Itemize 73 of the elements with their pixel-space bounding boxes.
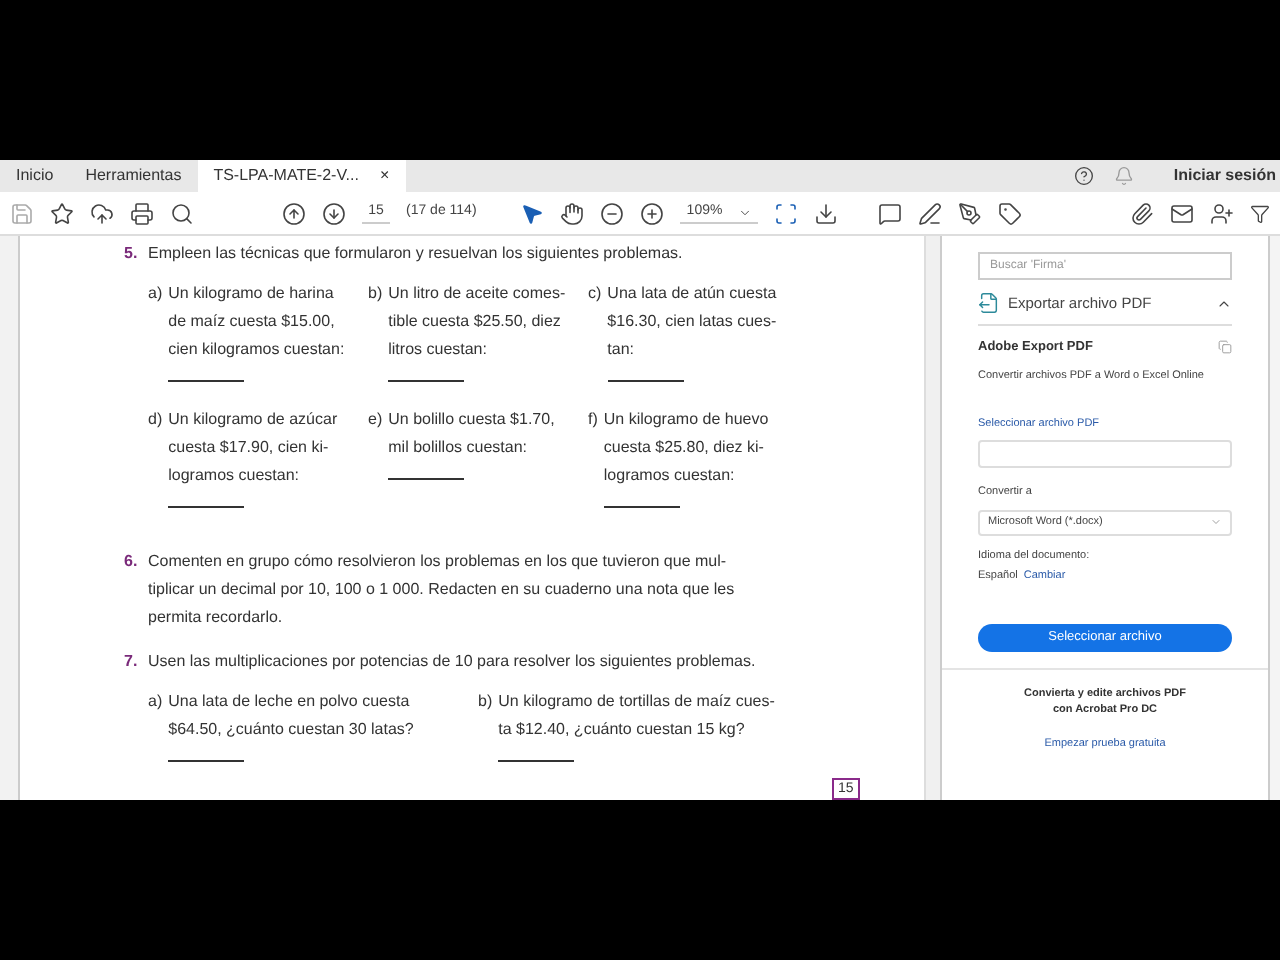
item-letter: b) <box>478 690 493 714</box>
comment-icon[interactable] <box>878 201 903 225</box>
hand-icon[interactable] <box>560 201 585 225</box>
help-icon[interactable] <box>1073 166 1094 186</box>
sign-in-link[interactable]: Iniciar sesión <box>1173 164 1276 188</box>
upload-icon[interactable] <box>90 201 114 225</box>
item-text-line: litros cuestan: <box>388 338 489 362</box>
tag-icon[interactable] <box>998 201 1023 225</box>
fit-page-icon[interactable] <box>774 201 799 225</box>
file-export-icon[interactable] <box>978 292 1000 314</box>
mail-icon[interactable] <box>1170 201 1194 225</box>
item-letter: c) <box>588 282 602 306</box>
answer-line <box>603 506 680 508</box>
item-text-line: tan: <box>607 338 637 362</box>
item-text-line: Un bolillo cuesta $1.70, <box>388 408 555 432</box>
answer-line <box>168 506 245 508</box>
filter-icon[interactable] <box>1250 203 1270 223</box>
problem-text-line: permita recordarlo. <box>148 606 285 630</box>
scrollbar[interactable] <box>924 236 940 800</box>
item-text-line: tible cuesta $25.50, diez <box>388 310 563 334</box>
item-text-line: Un kilogramo de azúcar <box>168 408 338 432</box>
problem-text-line: Comenten en grupo cómo resolvieron los problemas en los que tuvieron que mul- <box>148 550 729 574</box>
item-text-line: Un kilogramo de harina <box>168 282 336 306</box>
user-plus-icon[interactable] <box>1210 201 1234 225</box>
item-letter: e) <box>368 408 383 432</box>
arrow-up-icon[interactable] <box>282 201 306 225</box>
item-text-line: cuesta $25.80, diez ki- <box>603 436 766 460</box>
star-icon[interactable] <box>50 201 74 225</box>
problem-text: Usen las multiplicaciones por potencias de 10 para resolver los siguientes problemas. <box>148 650 758 674</box>
arrow-down-icon[interactable] <box>322 201 346 225</box>
item-letter: f) <box>588 408 598 432</box>
item-letter: d) <box>148 408 163 432</box>
problem-number: 7. <box>124 650 140 674</box>
item-text-line: cuesta $17.90, cien ki- <box>168 436 331 460</box>
item-text-line: cien kilogramos cuestan: <box>168 338 345 362</box>
close-icon[interactable]: × <box>380 164 390 188</box>
pointer-icon[interactable] <box>520 201 545 225</box>
item-letter: b) <box>368 282 383 306</box>
search-icon[interactable] <box>170 201 194 225</box>
tab[interactable]: Inicio <box>0 160 70 192</box>
printer-icon[interactable] <box>130 201 154 225</box>
zoom-in-icon[interactable] <box>640 201 665 225</box>
item-text-line: Un litro de aceite comes- <box>388 282 566 306</box>
caret-icon[interactable] <box>738 205 753 219</box>
item-text-line: $16.30, cien latas cues- <box>607 310 777 334</box>
item-text-line: de maíz cuesta $15.00, <box>168 310 337 334</box>
item-text-line: mil bolillos cuestan: <box>388 436 529 460</box>
item-text-line: Un kilogramo de tortillas de maíz cues- <box>498 690 775 714</box>
paperclip-icon[interactable] <box>1130 201 1154 225</box>
problem-text: Empleen las técnicas que formularon y resuelvan los siguientes problemas. <box>148 242 685 266</box>
pen-icon[interactable] <box>918 201 943 225</box>
item-text-line: logramos cuestan: <box>603 464 737 488</box>
item-text-line: $64.50, ¿cuánto cuestan 30 latas? <box>168 718 414 742</box>
tab[interactable]: TS-LPA-MATE-2-V... × <box>197 160 406 192</box>
problem-number: 5. <box>124 242 140 266</box>
item-letter: a) <box>148 690 163 714</box>
item-text-line: ta $12.40, ¿cuánto cuestan 15 kg? <box>498 718 747 742</box>
answer-line <box>168 760 245 762</box>
answer-line <box>607 380 684 382</box>
answer-line <box>168 380 245 382</box>
file-field[interactable] <box>978 440 1232 469</box>
item-text-line: Una lata de atún cuesta <box>607 282 777 306</box>
answer-line <box>388 380 465 382</box>
problem-text-line: tiplicar un decimal por 10, 100 o 1 000. Redacten en su cuaderno una nota que les <box>148 578 735 602</box>
item-letter: a) <box>148 282 163 306</box>
tab[interactable]: Herramientas <box>69 160 198 192</box>
answer-line <box>388 478 465 480</box>
problem-number: 6. <box>124 550 140 574</box>
item-text-line: logramos cuestan: <box>168 464 301 488</box>
item-text-line: Un kilogramo de huevo <box>603 408 769 432</box>
item-text-line: Una lata de leche en polvo cuesta <box>168 690 412 714</box>
zoom-out-icon[interactable] <box>600 201 625 225</box>
answer-line <box>498 760 575 762</box>
